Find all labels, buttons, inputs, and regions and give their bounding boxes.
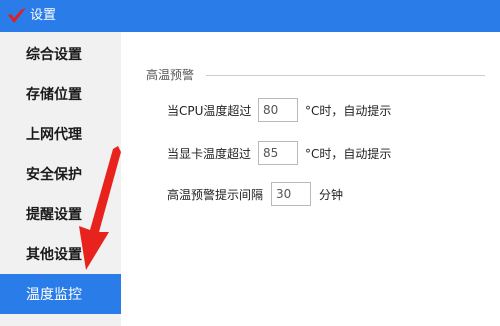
section-title: 高温预警 — [146, 68, 195, 82]
cpu-threshold-row: 当CPU温度超过 °C时，自动提示 — [167, 98, 391, 122]
section-divider — [206, 75, 485, 76]
alert-interval-row: 高温预警提示间隔 分钟 — [167, 182, 343, 206]
alert-interval-label: 高温预警提示间隔 — [167, 187, 264, 202]
alert-interval-suffix: 分钟 — [319, 187, 344, 202]
cpu-threshold-input[interactable] — [258, 98, 298, 122]
sidebar-item-temperature[interactable]: 温度监控 — [0, 274, 121, 314]
gpu-threshold-label: 当显卡温度超过 — [167, 146, 252, 161]
sidebar-item-security[interactable]: 安全保护 — [0, 154, 121, 194]
gpu-threshold-row: 当显卡温度超过 °C时，自动提示 — [167, 141, 391, 165]
sidebar-item-reminders[interactable]: 提醒设置 — [0, 194, 121, 234]
window-title: 设置 — [30, 8, 57, 23]
sidebar-item-general[interactable]: 综合设置 — [0, 34, 121, 74]
title-bar: 设置 — [0, 0, 500, 32]
cpu-threshold-label: 当CPU温度超过 — [167, 103, 252, 118]
checkmark-logo-icon — [8, 8, 26, 23]
sidebar-item-storage[interactable]: 存储位置 — [0, 74, 121, 114]
gpu-threshold-suffix: °C时，自动提示 — [305, 146, 392, 161]
sidebar-item-other[interactable]: 其他设置 — [0, 234, 121, 274]
alert-interval-input[interactable] — [271, 182, 311, 206]
settings-panel: 高温预警 当CPU温度超过 °C时，自动提示 当显卡温度超过 °C时，自动提示 … — [121, 32, 500, 326]
sidebar-item-proxy[interactable]: 上网代理 — [0, 114, 121, 154]
sidebar: 综合设置 存储位置 上网代理 安全保护 提醒设置 其他设置 温度监控 — [0, 32, 121, 326]
gpu-threshold-input[interactable] — [258, 141, 298, 165]
cpu-threshold-suffix: °C时，自动提示 — [305, 103, 392, 118]
